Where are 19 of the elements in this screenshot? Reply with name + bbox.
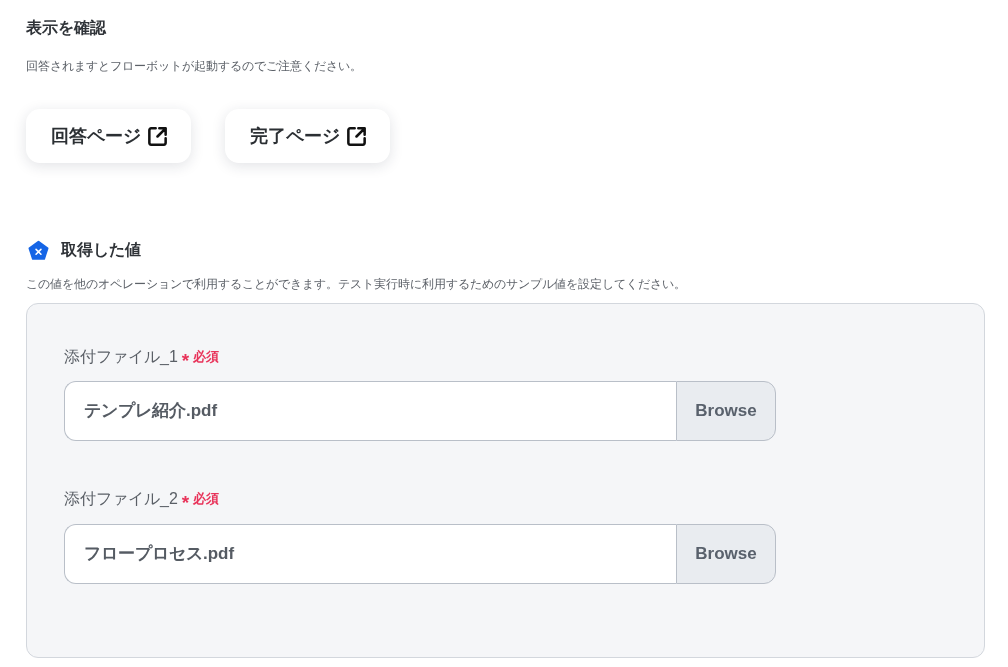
section-description: この値を他のオペレーションで利用することができます。テスト実行時に利用するためのサンプル値を設定してください。 (26, 276, 686, 293)
browse-button[interactable]: Browse (676, 381, 776, 441)
field-label: 添付ファイル_1 (64, 347, 178, 367)
required-asterisk: * (181, 350, 190, 372)
external-link-icon (147, 126, 167, 146)
field-label: 添付ファイル_2 (64, 489, 178, 509)
file-name-input[interactable]: テンプレ紹介.pdf (64, 381, 676, 441)
section-title: 取得した値 (61, 240, 141, 260)
required-label: 必須 (193, 490, 220, 508)
section-description: 回答されますとフローボットが起動するのでご注意ください。 (26, 58, 362, 75)
page-link-button[interactable]: 回答ページ (26, 109, 191, 163)
pentagon-icon (28, 239, 49, 261)
page-link-button[interactable]: 完了ページ (225, 109, 390, 163)
file-name-input[interactable]: フロープロセス.pdf (64, 524, 676, 584)
browse-button[interactable]: Browse (676, 524, 776, 584)
external-link-icon (346, 126, 366, 146)
required-label: 必須 (193, 348, 220, 366)
required-asterisk: * (181, 492, 190, 514)
section-title: 表示を確認 (26, 18, 106, 38)
